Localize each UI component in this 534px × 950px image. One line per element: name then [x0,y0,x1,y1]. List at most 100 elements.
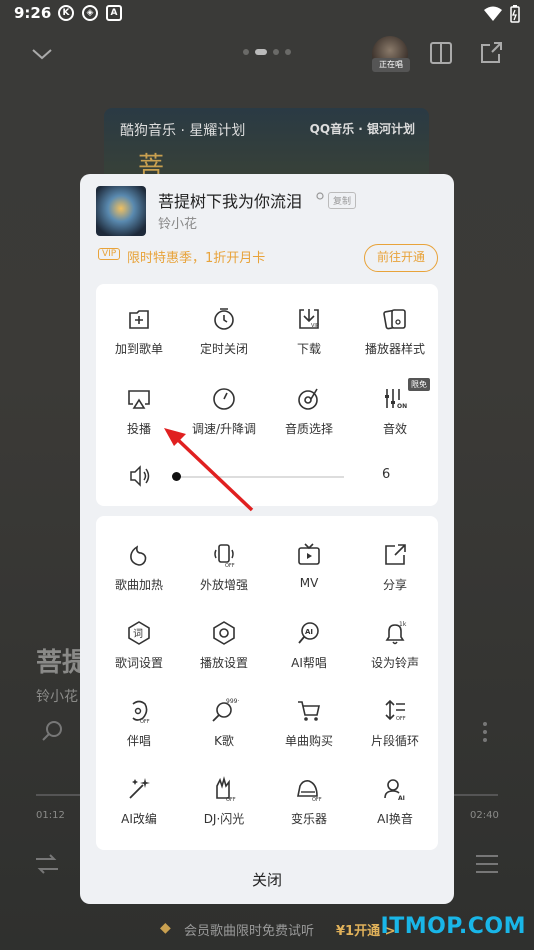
copy-button[interactable]: 复制 [328,192,357,209]
playlist-icon[interactable] [474,852,500,876]
svg-text:词: 词 [133,628,143,640]
option-buy-single[interactable]: 单曲购买 [266,698,352,764]
option-lyrics-settings[interactable]: 词 歌词设置 [96,620,182,686]
svg-text:OFF: OFF [140,719,150,724]
option-loop-segment[interactable]: OFF 片段循环 [352,698,438,764]
option-ai-adapt[interactable]: AI改编 [96,776,182,842]
option-label: AI帮唱 [291,656,327,670]
status-system-icons [484,5,520,23]
more-options-sheet: 菩提树下我为你流泪 复制 铃小花 VIP 限时特惠季，1折开月卡 前往开通 加到… [80,174,454,904]
cast-icon [128,390,150,409]
option-quality[interactable]: 音质选择 [266,386,352,452]
option-player-style[interactable]: 播放器样式 [352,306,438,372]
cart-icon [298,701,320,721]
ai-voice-icon: AI [384,779,405,802]
svg-text:999+: 999+ [226,698,239,705]
more-icon[interactable] [478,720,492,744]
close-button[interactable]: 关闭 [80,860,454,900]
kugou-notification-icon: K [58,5,74,21]
svg-text:AI: AI [305,628,313,636]
vip-open-button[interactable]: 前往开通 [364,244,438,272]
option-label: K歌 [214,734,234,748]
option-ai-sing[interactable]: AI AI帮唱 [266,620,352,686]
lyrics-settings-icon: 词 [128,621,150,645]
option-label: 片段循环 [370,734,419,748]
option-karaoke[interactable]: 999+ K歌 [181,698,267,764]
ai-sing-icon: AI [298,622,319,644]
options-panel-primary: 加到歌单 定时关闭 VIP 下载 播放器样式 投播 调速/升降调 音质选择 限免 [96,284,438,506]
option-add-to-playlist[interactable]: 加到歌单 [96,306,182,372]
option-change-instrument[interactable]: OFF 变乐器 [266,776,352,842]
option-label: 设为铃声 [370,656,419,670]
watermark-logo: ITMOP.COM [380,914,526,939]
option-label: AI改编 [121,812,157,826]
vip-promo-row: VIP 限时特惠季，1折开月卡 前往开通 [98,244,438,274]
elapsed-time: 01:12 [36,810,65,821]
option-ai-voice[interactable]: AI AI换音 [352,776,438,842]
speaker-boost-icon: OFF [214,544,235,568]
option-accompaniment[interactable]: OFF 伴唱 [96,698,182,764]
option-ringtone[interactable]: 1k 设为铃声 [352,620,438,686]
sound-effect-icon: ON [385,389,407,410]
dj-flash-icon: OFF [216,776,236,802]
option-label: 播放器样式 [364,342,425,356]
option-cast[interactable]: 投播 [96,386,182,452]
chevron-down-icon[interactable] [30,42,54,66]
svg-text:ON: ON [397,403,407,410]
app-notification-icon: ◈ [82,5,98,21]
option-sound-effect[interactable]: 限免 ON 音效 [352,378,438,452]
add-playlist-icon [129,310,149,329]
option-mv[interactable]: MV [266,542,352,608]
option-label: 加到歌单 [114,342,163,356]
now-singing-badge: 正在唱 [372,58,410,72]
svg-text:OFF: OFF [396,716,406,722]
player-top-bar: 正在唱 [0,36,534,72]
song-title: 菩提树下我为你流泪 [158,192,303,211]
layout-icon[interactable] [428,40,454,66]
title-search-icon[interactable] [316,192,325,201]
karaoke-icon: 999+ [212,698,239,722]
kugou-brand-label: 酷狗音乐 · 星耀计划 [120,123,246,139]
option-song-heat[interactable]: 歌曲加热 [96,542,182,608]
download-vip-icon: VIP [299,309,319,329]
option-speaker-boost[interactable]: OFF 外放增强 [181,542,267,608]
option-play-settings[interactable]: 播放设置 [181,620,267,686]
option-dj-flash[interactable]: OFF DJ·闪光 [181,776,267,842]
option-label: 定时关闭 [199,342,248,356]
svg-text:OFF: OFF [225,563,235,568]
song-artist[interactable]: 铃小花 [158,213,197,232]
option-label: 下载 [296,342,321,356]
option-label: DJ·闪光 [203,812,245,826]
limited-free-badge: 限免 [408,378,430,391]
share-out-icon[interactable] [478,40,504,66]
banner-text: 会员歌曲限时免费试听 [184,924,315,939]
volume-icon [130,465,150,487]
quality-icon [298,388,318,410]
option-download[interactable]: VIP 下载 [266,306,352,372]
shuffle-icon[interactable] [34,852,60,876]
svg-text:AI: AI [398,795,405,802]
volume-slider[interactable] [174,476,344,478]
speed-icon [213,388,235,410]
vip-tag: VIP [98,248,121,260]
page-indicator [243,49,291,55]
ai-adapt-icon [129,778,150,799]
ringtone-icon: 1k [385,621,407,645]
status-bar: 9:26 K ◈ A [0,0,534,28]
option-label: 外放增强 [199,578,248,592]
option-label: AI换音 [377,812,413,826]
status-notification-icons: K ◈ A [58,5,122,21]
svg-text:OFF: OFF [312,797,322,802]
option-label: 调速/升降调 [191,422,257,436]
song-header: 菩提树下我为你流泪 复制 铃小花 [96,186,436,236]
option-label: 分享 [382,578,407,592]
option-sleep-timer[interactable]: 定时关闭 [181,306,267,372]
volume-slider-knob[interactable] [172,472,181,481]
search-icon[interactable] [40,718,66,744]
status-time: 9:26 [14,4,52,22]
mv-icon [298,543,320,565]
option-speed-pitch[interactable]: 调速/升降调 [181,386,267,452]
total-time: 02:40 [470,810,499,821]
option-share[interactable]: 分享 [352,542,438,608]
options-panel-secondary: 歌曲加热 OFF 外放增强 MV 分享 词 歌词设置 播放设置 AI AI帮唱 … [96,516,438,850]
